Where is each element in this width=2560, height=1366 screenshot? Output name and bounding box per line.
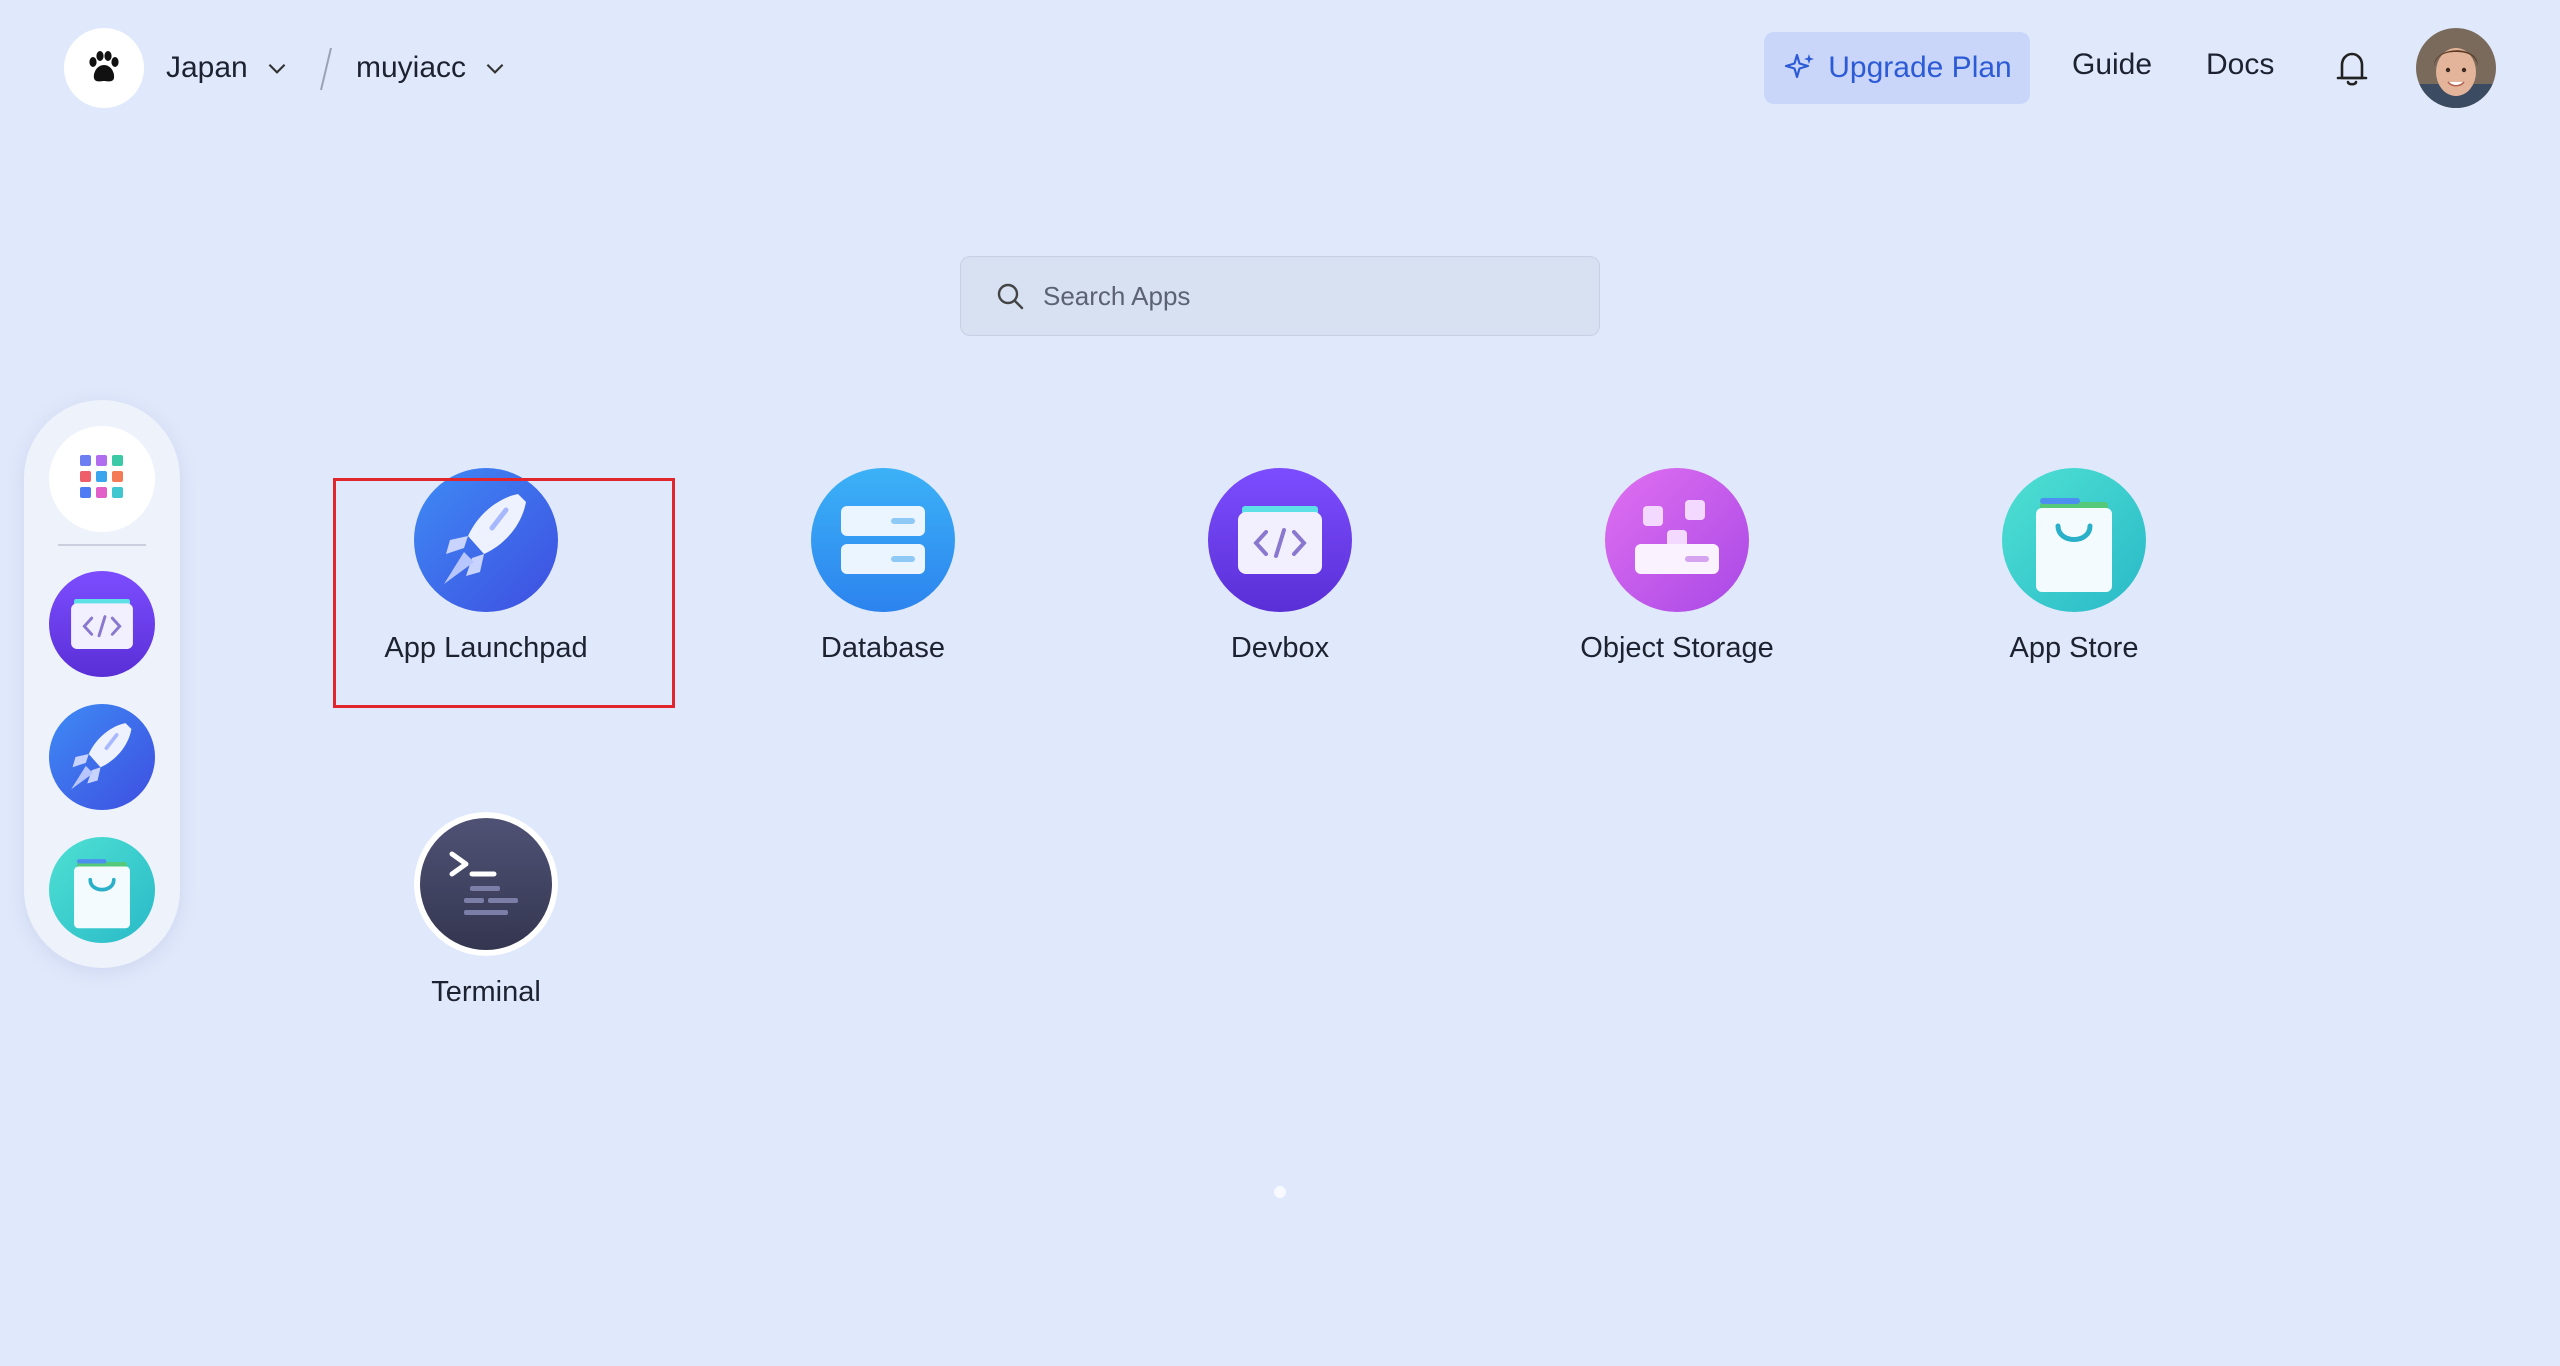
upgrade-plan-label: Upgrade Plan [1828,51,2012,84]
rocket-icon [49,704,155,810]
bell-icon[interactable] [2328,44,2376,92]
terminal-icon [414,812,558,956]
app-tile-database[interactable]: Database [703,468,1063,708]
guide-link[interactable]: Guide [2072,48,2152,82]
chevron-down-icon [268,63,286,74]
app-tile-object-storage[interactable]: Object Storage [1497,468,1857,708]
storage-icon [1605,468,1749,612]
app-label: Devbox [1230,632,1330,664]
user-avatar[interactable] [2416,28,2496,108]
dock-item-app-launchpad[interactable] [49,704,155,810]
dock-item-all-apps[interactable] [49,426,155,532]
dock-item-devbox[interactable] [49,571,155,677]
app-label: App Store [2009,632,2139,664]
region-selector[interactable]: Japan [166,40,290,96]
code-icon [1208,468,1352,612]
dock-divider [58,544,146,546]
upgrade-plan-button[interactable]: Upgrade Plan [1764,32,2030,104]
search-input[interactable] [1041,279,1585,313]
search-icon [997,283,1024,310]
app-tile-app-store[interactable]: App Store [1894,468,2254,708]
app-dock [24,400,180,968]
dock-item-app-store[interactable] [49,837,155,943]
database-icon [811,468,955,612]
app-search-bar[interactable] [960,256,1600,336]
app-label: Terminal [431,976,541,1008]
workspace-label: muyiacc [356,51,467,84]
docs-link[interactable]: Docs [2206,48,2274,82]
app-tile-devbox[interactable]: Devbox [1100,468,1460,708]
paw-icon [89,51,119,82]
page-indicator-dot[interactable] [1274,1186,1286,1198]
chevron-down-icon [486,63,504,74]
shopping-bag-icon [2002,468,2146,612]
code-icon [49,571,155,677]
grid-icon [80,455,123,498]
region-label: Japan [166,51,248,84]
shopping-bag-icon [49,837,155,943]
workspace-selector[interactable]: muyiacc [356,40,508,96]
app-tile-terminal[interactable]: Terminal [306,812,666,1052]
app-label: Object Storage [1580,632,1774,664]
sparkle-icon [1785,53,1815,79]
app-label: Database [820,632,946,664]
brand-logo[interactable] [64,28,144,108]
selection-highlight-box [333,478,675,708]
breadcrumb-divider [320,47,332,91]
